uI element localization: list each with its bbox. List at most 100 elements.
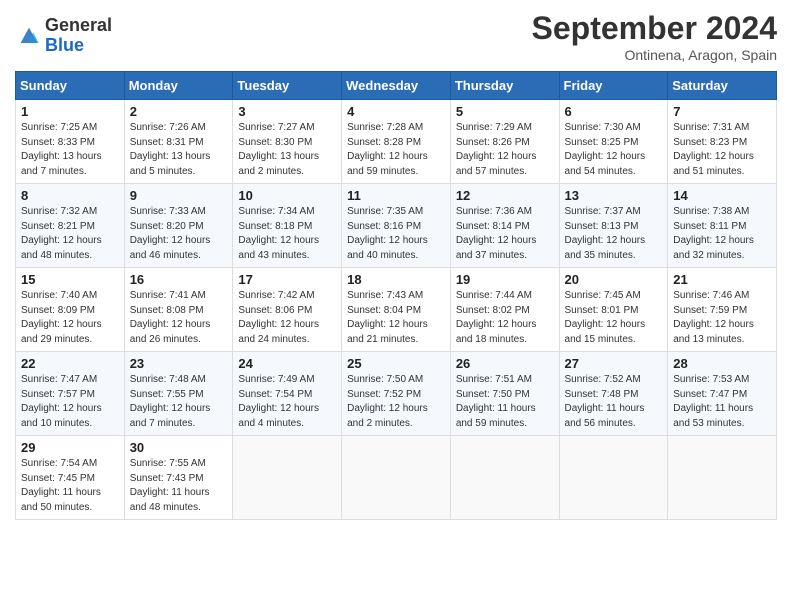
day-info: Sunrise: 7:41 AM Sunset: 8:08 PM Dayligh… xyxy=(130,289,228,347)
day-info: Sunrise: 7:33 AM Sunset: 8:20 PM Dayligh… xyxy=(130,205,228,263)
day-number: 10 xyxy=(238,188,336,203)
calendar-cell: 6 Sunrise: 7:30 AM Sunset: 8:25 PM Daylig… xyxy=(559,100,668,184)
day-info: Sunrise: 7:45 AM Sunset: 8:01 PM Dayligh… xyxy=(565,289,663,347)
day-info: Sunrise: 7:48 AM Sunset: 7:55 PM Dayligh… xyxy=(130,373,228,431)
month-title: September 2024 xyxy=(532,10,777,47)
logo-icon xyxy=(15,22,43,50)
weekday-header-monday: Monday xyxy=(124,72,233,100)
weekday-header-sunday: Sunday xyxy=(16,72,125,100)
calendar-week-row: 29 Sunrise: 7:54 AM Sunset: 7:45 PM Dayli… xyxy=(16,436,777,520)
location-title: Ontinena, Aragon, Spain xyxy=(532,47,777,63)
calendar-cell: 5 Sunrise: 7:29 AM Sunset: 8:26 PM Daylig… xyxy=(450,100,559,184)
day-info: Sunrise: 7:31 AM Sunset: 8:23 PM Dayligh… xyxy=(673,121,771,179)
day-number: 2 xyxy=(130,104,228,119)
calendar-cell: 20 Sunrise: 7:45 AM Sunset: 8:01 PM Dayli… xyxy=(559,268,668,352)
day-info: Sunrise: 7:37 AM Sunset: 8:13 PM Dayligh… xyxy=(565,205,663,263)
calendar-week-row: 1 Sunrise: 7:25 AM Sunset: 8:33 PM Daylig… xyxy=(16,100,777,184)
day-info: Sunrise: 7:54 AM Sunset: 7:45 PM Dayligh… xyxy=(21,457,119,515)
day-info: Sunrise: 7:40 AM Sunset: 8:09 PM Dayligh… xyxy=(21,289,119,347)
day-number: 6 xyxy=(565,104,663,119)
calendar-cell: 9 Sunrise: 7:33 AM Sunset: 8:20 PM Daylig… xyxy=(124,184,233,268)
title-block: September 2024 Ontinena, Aragon, Spain xyxy=(532,10,777,63)
calendar-cell: 29 Sunrise: 7:54 AM Sunset: 7:45 PM Dayli… xyxy=(16,436,125,520)
calendar-cell: 26 Sunrise: 7:51 AM Sunset: 7:50 PM Dayli… xyxy=(450,352,559,436)
weekday-header-thursday: Thursday xyxy=(450,72,559,100)
day-info: Sunrise: 7:53 AM Sunset: 7:47 PM Dayligh… xyxy=(673,373,771,431)
calendar-cell: 2 Sunrise: 7:26 AM Sunset: 8:31 PM Daylig… xyxy=(124,100,233,184)
day-number: 18 xyxy=(347,272,445,287)
day-info: Sunrise: 7:42 AM Sunset: 8:06 PM Dayligh… xyxy=(238,289,336,347)
calendar-cell: 7 Sunrise: 7:31 AM Sunset: 8:23 PM Daylig… xyxy=(668,100,777,184)
day-info: Sunrise: 7:29 AM Sunset: 8:26 PM Dayligh… xyxy=(456,121,554,179)
day-info: Sunrise: 7:50 AM Sunset: 7:52 PM Dayligh… xyxy=(347,373,445,431)
day-info: Sunrise: 7:26 AM Sunset: 8:31 PM Dayligh… xyxy=(130,121,228,179)
calendar-week-row: 8 Sunrise: 7:32 AM Sunset: 8:21 PM Daylig… xyxy=(16,184,777,268)
day-number: 8 xyxy=(21,188,119,203)
logo-general-label: General xyxy=(45,16,112,36)
day-number: 16 xyxy=(130,272,228,287)
day-info: Sunrise: 7:25 AM Sunset: 8:33 PM Dayligh… xyxy=(21,121,119,179)
day-number: 11 xyxy=(347,188,445,203)
calendar-cell: 13 Sunrise: 7:37 AM Sunset: 8:13 PM Dayli… xyxy=(559,184,668,268)
day-info: Sunrise: 7:38 AM Sunset: 8:11 PM Dayligh… xyxy=(673,205,771,263)
day-number: 23 xyxy=(130,356,228,371)
calendar-cell xyxy=(559,436,668,520)
day-info: Sunrise: 7:30 AM Sunset: 8:25 PM Dayligh… xyxy=(565,121,663,179)
day-number: 13 xyxy=(565,188,663,203)
weekday-header-row: SundayMondayTuesdayWednesdayThursdayFrid… xyxy=(16,72,777,100)
day-info: Sunrise: 7:28 AM Sunset: 8:28 PM Dayligh… xyxy=(347,121,445,179)
day-number: 7 xyxy=(673,104,771,119)
calendar-cell: 27 Sunrise: 7:52 AM Sunset: 7:48 PM Dayli… xyxy=(559,352,668,436)
calendar-cell xyxy=(450,436,559,520)
day-number: 21 xyxy=(673,272,771,287)
weekday-header-wednesday: Wednesday xyxy=(342,72,451,100)
day-number: 14 xyxy=(673,188,771,203)
day-number: 15 xyxy=(21,272,119,287)
day-number: 20 xyxy=(565,272,663,287)
day-number: 4 xyxy=(347,104,445,119)
day-number: 26 xyxy=(456,356,554,371)
day-number: 9 xyxy=(130,188,228,203)
weekday-header-friday: Friday xyxy=(559,72,668,100)
day-number: 17 xyxy=(238,272,336,287)
calendar-cell: 1 Sunrise: 7:25 AM Sunset: 8:33 PM Daylig… xyxy=(16,100,125,184)
logo-text: General Blue xyxy=(45,16,112,56)
day-number: 1 xyxy=(21,104,119,119)
logo: General Blue xyxy=(15,16,112,56)
day-info: Sunrise: 7:51 AM Sunset: 7:50 PM Dayligh… xyxy=(456,373,554,431)
calendar-cell: 17 Sunrise: 7:42 AM Sunset: 8:06 PM Dayli… xyxy=(233,268,342,352)
day-info: Sunrise: 7:49 AM Sunset: 7:54 PM Dayligh… xyxy=(238,373,336,431)
day-info: Sunrise: 7:32 AM Sunset: 8:21 PM Dayligh… xyxy=(21,205,119,263)
calendar-cell xyxy=(668,436,777,520)
day-info: Sunrise: 7:52 AM Sunset: 7:48 PM Dayligh… xyxy=(565,373,663,431)
logo-blue-label: Blue xyxy=(45,36,112,56)
day-number: 30 xyxy=(130,440,228,455)
calendar-cell xyxy=(342,436,451,520)
weekday-header-saturday: Saturday xyxy=(668,72,777,100)
calendar-cell: 14 Sunrise: 7:38 AM Sunset: 8:11 PM Dayli… xyxy=(668,184,777,268)
day-number: 5 xyxy=(456,104,554,119)
weekday-header-tuesday: Tuesday xyxy=(233,72,342,100)
calendar-cell: 4 Sunrise: 7:28 AM Sunset: 8:28 PM Daylig… xyxy=(342,100,451,184)
day-number: 12 xyxy=(456,188,554,203)
day-number: 27 xyxy=(565,356,663,371)
day-number: 3 xyxy=(238,104,336,119)
day-number: 25 xyxy=(347,356,445,371)
calendar-cell: 12Sunrise: 7:36 AM Sunset: 8:14 PM Dayli… xyxy=(450,184,559,268)
day-number: 24 xyxy=(238,356,336,371)
day-info: Sunrise: 7:46 AM Sunset: 7:59 PM Dayligh… xyxy=(673,289,771,347)
day-info: Sunrise: 7:27 AM Sunset: 8:30 PM Dayligh… xyxy=(238,121,336,179)
calendar-cell: 16 Sunrise: 7:41 AM Sunset: 8:08 PM Dayli… xyxy=(124,268,233,352)
day-info: Sunrise: 7:44 AM Sunset: 8:02 PM Dayligh… xyxy=(456,289,554,347)
day-info: Sunrise: 7:34 AM Sunset: 8:18 PM Dayligh… xyxy=(238,205,336,263)
calendar-cell: 24 Sunrise: 7:49 AM Sunset: 7:54 PM Dayli… xyxy=(233,352,342,436)
calendar-cell: 19 Sunrise: 7:44 AM Sunset: 8:02 PM Dayli… xyxy=(450,268,559,352)
day-info: Sunrise: 7:35 AM Sunset: 8:16 PM Dayligh… xyxy=(347,205,445,263)
day-number: 22 xyxy=(21,356,119,371)
day-number: 19 xyxy=(456,272,554,287)
header: General Blue September 2024 Ontinena, Ar… xyxy=(15,10,777,63)
calendar-week-row: 15 Sunrise: 7:40 AM Sunset: 8:09 PM Dayli… xyxy=(16,268,777,352)
day-number: 29 xyxy=(21,440,119,455)
day-info: Sunrise: 7:55 AM Sunset: 7:43 PM Dayligh… xyxy=(130,457,228,515)
calendar-cell: 15 Sunrise: 7:40 AM Sunset: 8:09 PM Dayli… xyxy=(16,268,125,352)
